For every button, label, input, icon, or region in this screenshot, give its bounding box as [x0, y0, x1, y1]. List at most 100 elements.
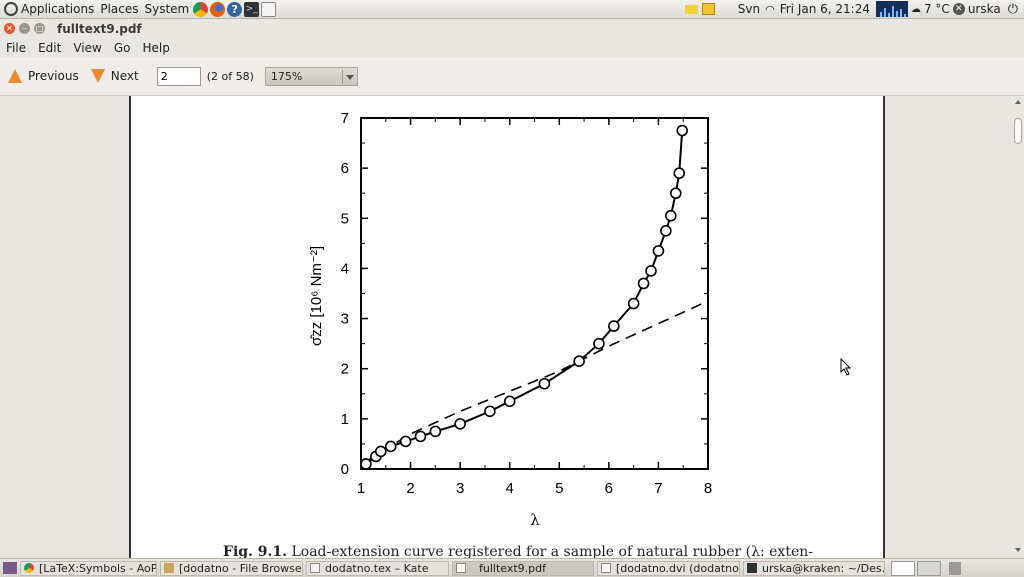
chevron-down-icon [345, 74, 354, 80]
places-menu[interactable]: Places [97, 0, 141, 18]
user-status-icon: ✕ [952, 3, 965, 15]
document-icon [456, 563, 466, 573]
toolbar: Previous Next (2 of 58) 175% [0, 57, 1024, 96]
terminal-icon[interactable]: >_ [244, 1, 260, 17]
menu-go[interactable]: Go [108, 41, 137, 55]
y-axis-label: σ̂zz [10⁶ Nm⁻²] [308, 246, 325, 346]
document-view[interactable]: 1234567801234567 λ σ̂zz [10⁶ Nm⁻²] Fig. … [0, 96, 1012, 558]
scroll-up-icon[interactable] [1015, 100, 1021, 104]
data-point [673, 167, 686, 179]
menu-file[interactable]: File [0, 41, 32, 55]
text-editor-icon [310, 563, 320, 573]
task-kate[interactable]: dodatno.tex – Kate [306, 560, 449, 576]
terminal-icon [747, 563, 757, 573]
task-label: [LaTeX:Symbols - AoP... [39, 561, 157, 575]
data-point [669, 187, 682, 200]
data-point [627, 297, 640, 310]
task-terminal[interactable]: urska@kraken: ~/Des... [743, 560, 885, 576]
text-editor-icon[interactable] [261, 1, 277, 17]
chrome-icon [24, 563, 34, 573]
arrow-down-icon [90, 69, 105, 83]
data-point [484, 405, 496, 418]
data-point [645, 265, 657, 277]
show-desktop-icon[interactable] [3, 562, 17, 574]
menu-help[interactable]: Help [136, 41, 175, 55]
data-point [414, 430, 427, 443]
y-tick-label: 4 [341, 260, 349, 277]
figure-caption: Fig. 9.1. Load-extension curve registere… [223, 544, 813, 558]
task-file-browser[interactable]: [dodatno - File Browser] [160, 560, 303, 576]
menu-bar: File Edit View Go Help [0, 38, 1024, 57]
x-tick-label: 1 [357, 480, 365, 497]
keyboard-layout[interactable]: Svn [735, 0, 763, 18]
chart: 1 2 3 4 5 6 7 801234567 λ σ̂zz [10⁶ Nm⁻²] [308, 110, 712, 529]
figure-caption-text: Load-extension curve registered for a sa… [291, 544, 813, 558]
data-point [652, 245, 665, 257]
trash-icon[interactable] [949, 561, 961, 575]
task-label: [dodatno - File Browser] [179, 561, 303, 575]
scrollbar-thumb[interactable] [1014, 118, 1022, 144]
help-icon[interactable]: ? [227, 1, 243, 17]
gnome-menu-icon[interactable] [4, 2, 18, 16]
x-tick-label: 6 [605, 480, 613, 497]
data-point [676, 124, 689, 137]
folder-icon [164, 563, 174, 573]
y-tick-label: 5 [341, 210, 349, 227]
task-fulltext9-pdf[interactable]: fulltext9.pdf [452, 560, 594, 576]
next-page-button[interactable]: Next [87, 63, 143, 89]
y-tick-label: 2 [341, 361, 349, 378]
vertical-scrollbar[interactable] [1012, 96, 1024, 558]
top-panel: Applications Places System ? >_ Svn ◠ Fr… [0, 0, 1024, 19]
data-point [608, 320, 620, 332]
next-label: Next [110, 69, 139, 83]
data-point [637, 277, 650, 290]
menu-view[interactable]: View [67, 41, 107, 55]
menu-edit[interactable]: Edit [32, 41, 67, 55]
data-point [665, 209, 677, 222]
weather-icon[interactable]: ☁ [911, 4, 921, 15]
y-tick-label: 7 [341, 110, 349, 127]
x-tick-label: 8 [704, 480, 712, 497]
power-icon[interactable]: ⏻ [1008, 2, 1018, 17]
data-point [660, 225, 672, 237]
user-name[interactable]: urska [965, 0, 1004, 18]
scroll-down-icon[interactable] [1015, 548, 1021, 552]
applications-menu[interactable]: Applications [18, 0, 97, 18]
clock[interactable]: Fri Jan 6, 21:24 [777, 0, 873, 18]
x-tick-label: 7 [654, 480, 662, 497]
chrome-icon[interactable] [193, 1, 209, 17]
x-tick-label: 5 [555, 480, 563, 497]
data-point [573, 355, 585, 367]
x-tick-label: 4 [506, 480, 514, 497]
task-label: urska@kraken: ~/Des... [762, 561, 885, 575]
data-point [399, 435, 412, 448]
data-point [384, 440, 397, 453]
workspace-switcher-2[interactable] [917, 560, 941, 576]
zoom-select[interactable]: 175% [264, 66, 358, 86]
previous-page-button[interactable]: Previous [4, 63, 83, 89]
page-number-input[interactable] [156, 66, 201, 86]
y-tick-label: 1 [341, 411, 349, 428]
temperature[interactable]: 7 °C [921, 0, 953, 18]
workspace-switcher[interactable] [891, 560, 915, 576]
maximize-window-button[interactable]: □ [34, 23, 45, 34]
data-point [454, 418, 466, 430]
task-latex-symbols[interactable]: [LaTeX:Symbols - AoP... [20, 560, 157, 576]
mail-icon[interactable] [684, 4, 698, 14]
solid-series-line [365, 130, 684, 465]
firefox-icon[interactable] [210, 1, 226, 17]
zoom-value: 175% [270, 69, 303, 83]
arrow-up-icon [8, 69, 22, 83]
system-menu[interactable]: System [141, 0, 192, 18]
wifi-icon[interactable]: ◠ [765, 3, 775, 16]
pdf-page: 1234567801234567 λ σ̂zz [10⁶ Nm⁻²] Fig. … [129, 96, 885, 558]
close-window-button[interactable]: ✕ [4, 23, 15, 34]
task-dodatno-dvi[interactable]: [dodatno.dvi (dodatno... [597, 560, 740, 576]
x-tick-label: 2 [406, 480, 414, 497]
window-title-bar[interactable]: ✕ – □ fulltext9.pdf [0, 19, 1024, 38]
notes-icon[interactable] [701, 3, 715, 15]
mouse-cursor-icon [840, 358, 852, 376]
task-label: [dodatno.dvi (dodatno... [616, 561, 740, 575]
cpu-monitor-graph[interactable] [875, 1, 908, 17]
minimize-window-button[interactable]: – [19, 23, 30, 34]
